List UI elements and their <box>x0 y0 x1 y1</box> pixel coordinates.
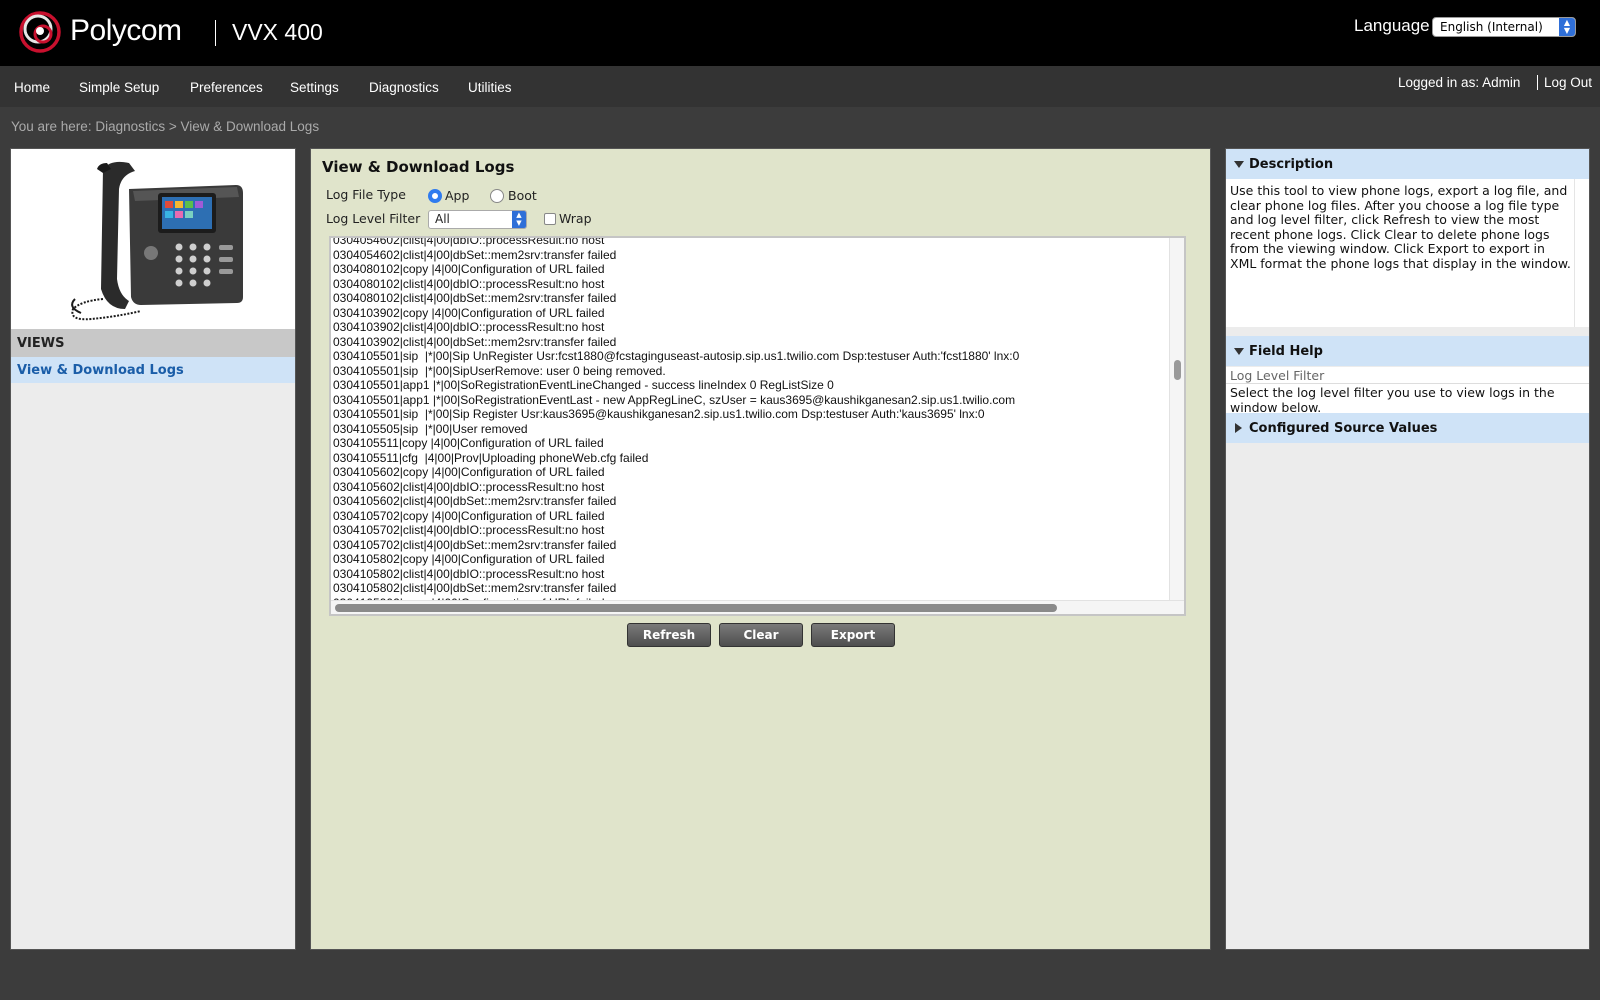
configured-source-values-header[interactable]: Configured Source Values <box>1226 413 1589 443</box>
wrap-label: Wrap <box>559 211 592 226</box>
main-nav: Home Simple Setup Preferences Settings D… <box>0 66 1600 107</box>
log-level-select-value: All <box>435 212 450 226</box>
clear-button[interactable]: Clear <box>719 623 803 647</box>
language-label: Language <box>1354 16 1430 35</box>
brand-separator <box>215 20 216 46</box>
model-name: VVX 400 <box>232 19 323 45</box>
views-item-view-download-logs[interactable]: View & Download Logs <box>11 357 295 383</box>
log-line: 0304105702|clist|4|00|dbSet::mem2srv:tra… <box>333 537 617 552</box>
description-text: Use this tool to view phone logs, export… <box>1226 179 1589 327</box>
breadcrumb: You are here: Diagnostics > View & Downl… <box>11 119 320 134</box>
horizontal-scrollbar[interactable] <box>331 600 1184 614</box>
log-line: 0304105501|sip |*|00|Sip Register Usr:ka… <box>333 407 985 421</box>
log-line: 0304105602|clist|4|00|dbSet::mem2srv:tra… <box>333 494 617 508</box>
log-line: 0304105501|sip |*|00|SipUserRemove: user… <box>333 363 666 378</box>
radio-app-label: App <box>445 188 470 203</box>
language-select-value: English (Internal) <box>1440 20 1543 34</box>
log-line: 0304080102|clist|4|00|dbIO::processResul… <box>333 276 605 291</box>
page-title: View & Download Logs <box>322 158 515 176</box>
views-header: VIEWS <box>11 329 295 357</box>
wrap-checkbox[interactable] <box>544 213 556 225</box>
main-panel: View & Download Logs Log File Type App B… <box>310 148 1211 950</box>
refresh-button[interactable]: Refresh <box>627 623 711 647</box>
log-line: 0304105702|clist|4|00|dbIO::processResul… <box>333 523 605 537</box>
export-button[interactable]: Export <box>811 623 895 647</box>
log-line: 0304105602|clist|4|00|dbIO::processResul… <box>333 479 605 494</box>
log-line: 0304105501|sip |*|00|Sip UnRegister Usr:… <box>333 349 1020 363</box>
log-viewer[interactable]: 0304054602|clist|4|00|dbIO::processResul… <box>329 236 1186 616</box>
views-panel: VIEWS View & Download Logs <box>10 148 296 950</box>
triangle-down-icon <box>1234 161 1244 168</box>
chevron-updown-icon: ▲ ▼ <box>1559 18 1575 36</box>
description-scrollbar[interactable] <box>1574 179 1589 327</box>
description-section-header[interactable]: Description <box>1226 149 1589 179</box>
radio-boot-label: Boot <box>508 188 537 203</box>
language-select[interactable]: English (Internal) ▲ ▼ <box>1432 17 1576 37</box>
help-panel: Description Use this tool to view phone … <box>1225 148 1590 950</box>
radio-app[interactable] <box>428 189 442 203</box>
log-line: 0304105802|clist|4|00|dbSet::mem2srv:tra… <box>333 581 617 595</box>
chevron-updown-icon: ▲ ▼ <box>512 211 526 228</box>
configured-source-values-title: Configured Source Values <box>1249 421 1438 436</box>
field-help-title: Field Help <box>1249 344 1323 359</box>
log-line: 0304105501|app1 |*|00|SoRegistrationEven… <box>333 378 834 392</box>
log-file-type-label: Log File Type <box>326 187 406 202</box>
phone-image-area <box>11 149 295 329</box>
triangle-down-icon <box>1234 348 1244 355</box>
nav-settings[interactable]: Settings <box>290 80 339 95</box>
log-line: 0304080102|clist|4|00|dbSet::mem2srv:tra… <box>333 291 617 305</box>
nav-utilities[interactable]: Utilities <box>468 80 512 95</box>
log-level-filter-label: Log Level Filter <box>326 211 421 226</box>
log-line: 0304105802|clist|4|00|dbIO::processResul… <box>333 566 605 581</box>
log-line: 0304105702|copy |4|00|Configuration of U… <box>333 508 605 523</box>
polycom-logo-icon <box>19 11 61 53</box>
logged-in-label: Logged in as: Admin <box>1398 75 1521 90</box>
login-separator <box>1537 75 1538 90</box>
log-line: 0304080102|copy |4|00|Configuration of U… <box>333 262 605 276</box>
horizontal-scroll-thumb[interactable] <box>335 604 1057 612</box>
nav-diagnostics[interactable]: Diagnostics <box>369 80 439 95</box>
nav-simple-setup[interactable]: Simple Setup <box>79 80 159 95</box>
log-line: 0304105511|copy |4|00|Configuration of U… <box>333 436 604 450</box>
nav-preferences[interactable]: Preferences <box>190 80 263 95</box>
log-line: 0304054602|clist|4|00|dbIO::processResul… <box>333 236 605 247</box>
log-level-select[interactable]: All ▲ ▼ <box>428 210 527 229</box>
log-line: 0304103902|clist|4|00|dbIO::processResul… <box>333 320 605 334</box>
nav-home[interactable]: Home <box>14 80 50 95</box>
header-bar: Polycom VVX 400 Language English (Intern… <box>0 0 1600 66</box>
brand-name: Polycom <box>70 14 182 47</box>
radio-boot[interactable] <box>490 189 504 203</box>
log-line: 0304105802|copy |4|00|Configuration of U… <box>333 552 605 566</box>
field-help-label: Log Level Filter <box>1226 367 1589 384</box>
log-lines: 0304054602|clist|4|00|dbIO::processResul… <box>333 236 1153 610</box>
field-help-section-header[interactable]: Field Help <box>1226 336 1589 366</box>
phone-device-image <box>71 161 243 321</box>
description-title: Description <box>1249 157 1334 172</box>
log-line: 0304105501|app1 |*|00|SoRegistrationEven… <box>333 392 1016 407</box>
log-line: 0304105505|sip |*|00|User removed <box>333 421 528 436</box>
log-line: 0304105511|cfg |4|00|Prov|Uploading phon… <box>333 450 649 465</box>
log-line: 0304103902|copy |4|00|Configuration of U… <box>333 305 605 320</box>
log-line: 0304103902|clist|4|00|dbSet::mem2srv:tra… <box>333 334 617 349</box>
vertical-scrollbar[interactable] <box>1169 238 1184 600</box>
vertical-scroll-thumb[interactable] <box>1174 360 1181 380</box>
log-line: 0304105602|copy |4|00|Configuration of U… <box>333 465 605 479</box>
triangle-right-icon <box>1235 423 1242 433</box>
log-line: 0304054602|clist|4|00|dbSet::mem2srv:tra… <box>333 247 617 262</box>
logout-link[interactable]: Log Out <box>1544 75 1592 90</box>
